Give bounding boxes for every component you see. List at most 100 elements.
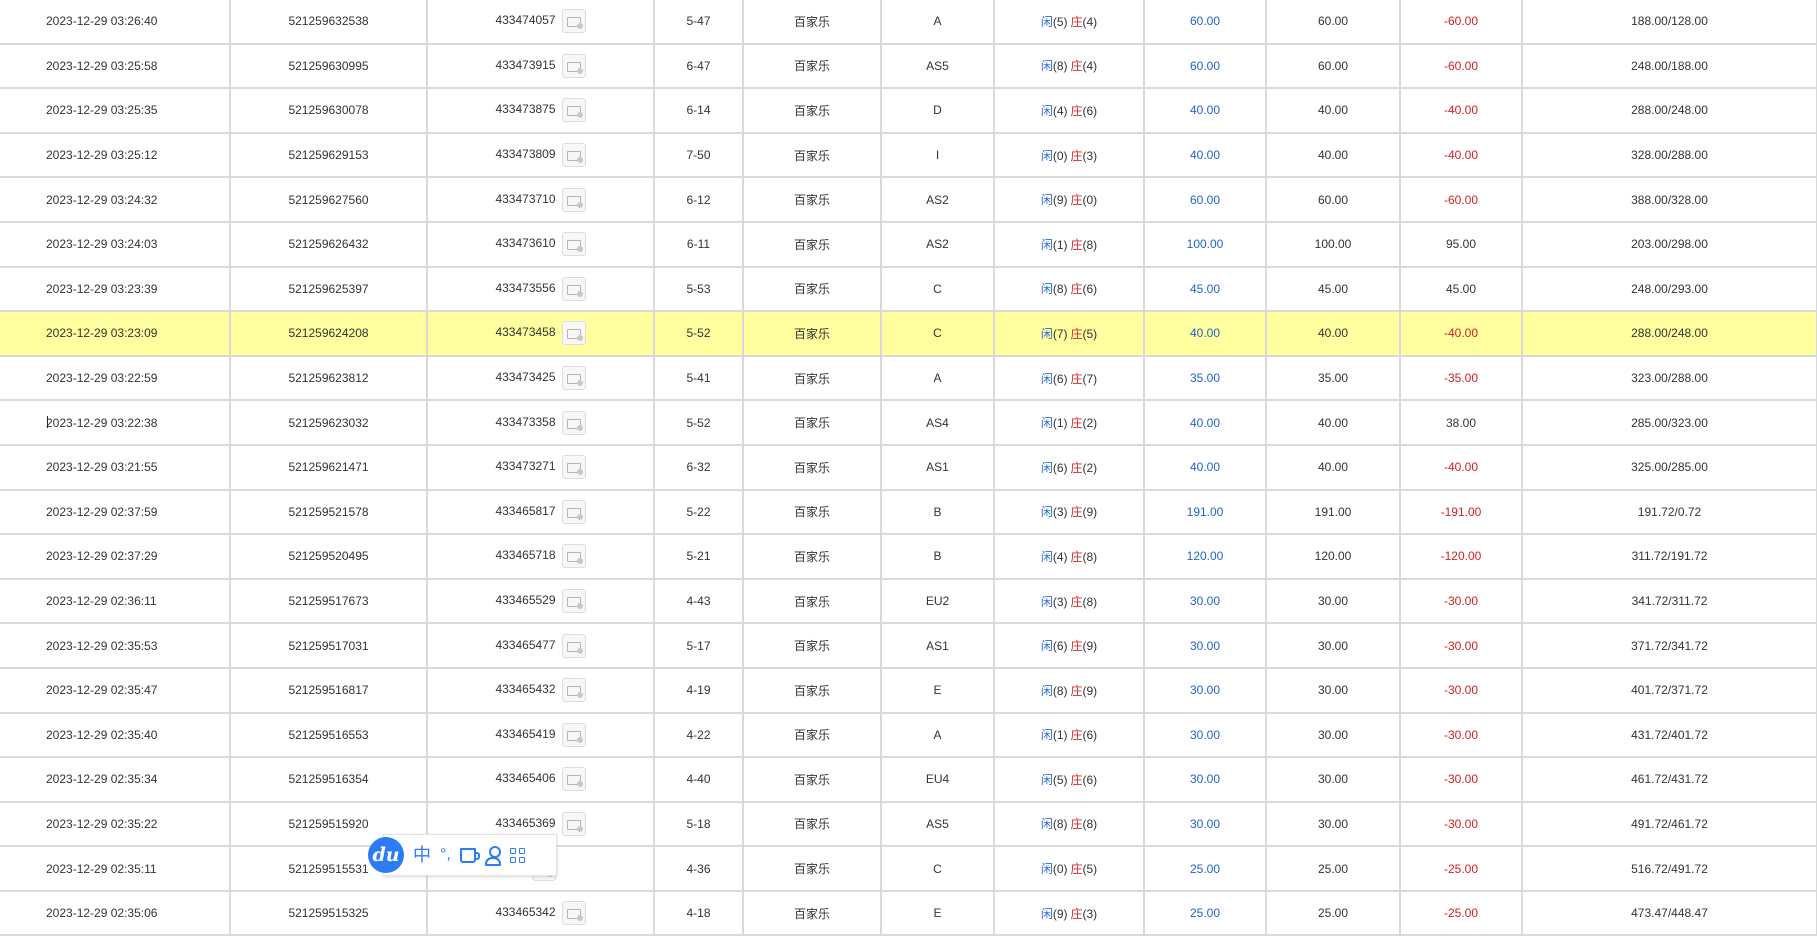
valid-bet: 30.00 (1266, 801, 1401, 848)
banker-points: (6) (1082, 103, 1098, 118)
player-label: 闲 (1040, 103, 1053, 118)
bet-amount: 45.00 (1144, 266, 1267, 313)
payout: 45.00 (1400, 266, 1523, 313)
skin-cup-icon[interactable] (459, 847, 480, 863)
game-id: 433473710 (495, 191, 556, 206)
valid-bet: 35.00 (1266, 355, 1401, 402)
bet-time-cell: 2023-12-29 03:24:03 (0, 221, 231, 268)
balance-before-after: 288.00/248.00 (1522, 88, 1817, 134)
table-row[interactable]: 2023-12-29 02:35:06 521259515325 433465342… (0, 890, 1817, 936)
table-row[interactable]: 2023-12-29 03:23:09 521259624208 433473458… (0, 311, 1817, 357)
game-id-cell: 433473809 (427, 132, 655, 179)
table-name: AS4 (881, 400, 995, 446)
table-row[interactable]: 2023-12-29 03:24:32 521259627560 433473710… (0, 177, 1817, 223)
game-result-cell: 闲(3) 庄(9) (994, 489, 1145, 536)
replay-image-icon[interactable] (561, 455, 586, 480)
ime-mode-toggle[interactable]: 中 (413, 846, 431, 864)
replay-image-icon[interactable] (561, 811, 586, 836)
table-row[interactable]: 2023-12-29 03:23:39 521259625397 433473556… (0, 266, 1817, 313)
table-row[interactable]: 2023-12-29 02:35:22 521259515920 433465369… (0, 801, 1817, 848)
banker-points: (6) (1082, 772, 1098, 787)
player-points: (6) (1052, 460, 1068, 475)
order-id: 521259621471 (230, 444, 428, 491)
replay-image-icon[interactable] (561, 767, 586, 792)
table-row[interactable]: 2023-12-29 02:37:29 521259520495 433465718… (0, 534, 1817, 580)
banker-label: 庄 (1070, 416, 1083, 431)
player-points: (1) (1052, 728, 1068, 743)
replay-image-icon[interactable] (561, 499, 586, 524)
shoe-round: 6-14 (654, 88, 744, 134)
replay-image-icon[interactable] (561, 53, 586, 78)
table-row[interactable]: 2023-12-29 03:24:03 521259626432 433473610… (0, 221, 1817, 268)
valid-bet: 40.00 (1266, 132, 1401, 179)
replay-image-icon[interactable] (561, 722, 586, 747)
replay-image-icon[interactable] (561, 98, 586, 123)
table-row[interactable]: 2023-12-29 02:35:11 521259515531 4-36 百家乐 C 闲… (0, 846, 1817, 892)
replay-image-icon[interactable] (561, 321, 586, 346)
payout: -35.00 (1400, 355, 1523, 402)
valid-bet: 30.00 (1266, 623, 1401, 669)
replay-image-icon[interactable] (561, 276, 586, 301)
bet-time-cell: 2023-12-29 02:35:40 (0, 712, 231, 759)
bet-amount: 100.00 (1144, 221, 1267, 268)
player-label: 闲 (1040, 14, 1053, 29)
player-points: (1) (1052, 416, 1068, 431)
game-result-cell: 闲(6) 庄(9) (994, 623, 1145, 669)
table-row[interactable]: 2023-12-29 02:35:53 521259517031 433465477… (0, 623, 1817, 669)
ime-punctuation-toggle[interactable]: °, (440, 846, 451, 864)
bet-time: 2023-12-29 02:35:40 (46, 727, 158, 742)
table-row[interactable]: 2023-12-29 03:22:38 521259623032 433473358… (0, 400, 1817, 446)
table-row[interactable]: 2023-12-29 02:36:11 521259517673 433465529… (0, 578, 1817, 625)
replay-image-icon[interactable] (561, 9, 586, 34)
bet-amount: 40.00 (1144, 132, 1267, 179)
replay-image-icon[interactable] (561, 901, 586, 926)
bet-time: 2023-12-29 03:26:40 (46, 14, 158, 29)
replay-image-icon[interactable] (561, 678, 586, 703)
order-id: 521259521578 (230, 489, 428, 536)
table-row[interactable]: 2023-12-29 03:21:55 521259621471 433473271… (0, 444, 1817, 491)
valid-bet: 30.00 (1266, 667, 1401, 714)
table-name: C (881, 311, 995, 357)
replay-image-icon[interactable] (561, 544, 586, 569)
table-row[interactable]: 2023-12-29 02:35:34 521259516354 433465406… (0, 757, 1817, 803)
bet-time: 2023-12-29 03:23:39 (46, 281, 158, 296)
replay-image-icon[interactable] (561, 589, 586, 614)
table-name: E (881, 890, 995, 936)
table-row[interactable]: 2023-12-29 03:25:35 521259630078 433473875… (0, 88, 1817, 134)
replay-image-icon[interactable] (561, 410, 586, 435)
balance-before-after: 288.00/248.00 (1522, 311, 1817, 357)
table-row[interactable]: 2023-12-29 02:35:47 521259516817 433465432… (0, 667, 1817, 714)
table-row[interactable]: 2023-12-29 03:26:40 521259632538 433474057… (0, 0, 1817, 45)
replay-image-icon[interactable] (561, 366, 586, 391)
du-logo-icon[interactable]: du (368, 837, 404, 873)
game-id: 433473809 (495, 147, 556, 162)
banker-label: 庄 (1070, 639, 1083, 654)
player-points: (1) (1052, 237, 1068, 252)
replay-image-icon[interactable] (561, 143, 586, 168)
valid-bet: 60.00 (1266, 0, 1401, 45)
ime-toolbar[interactable]: du 中 °, (368, 834, 557, 876)
game-type: 百家乐 (743, 311, 882, 357)
table-row[interactable]: 2023-12-29 02:37:59 521259521578 433465817… (0, 489, 1817, 536)
banker-points: (8) (1082, 817, 1098, 832)
banker-points: (0) (1082, 193, 1098, 208)
replay-image-icon[interactable] (561, 187, 586, 212)
player-label: 闲 (1040, 505, 1053, 520)
player-points: (0) (1052, 862, 1068, 877)
table-row[interactable]: 2023-12-29 03:25:58 521259630995 433473915… (0, 43, 1817, 90)
table-row[interactable]: 2023-12-29 03:25:12 521259629153 433473809… (0, 132, 1817, 179)
replay-image-icon[interactable] (561, 232, 586, 257)
replay-image-icon[interactable] (561, 633, 586, 658)
bet-time: 2023-12-29 02:37:59 (46, 504, 158, 519)
bet-time: 2023-12-29 03:25:12 (46, 148, 158, 163)
table-row[interactable]: 2023-12-29 03:22:59 521259623812 433473425… (0, 355, 1817, 402)
game-id-cell: 433465342 (427, 890, 655, 936)
balance-before-after: 188.00/128.00 (1522, 0, 1817, 45)
table-row[interactable]: 2023-12-29 02:35:40 521259516553 433465419… (0, 712, 1817, 759)
shoe-round: 5-53 (654, 266, 744, 313)
user-icon[interactable] (484, 846, 501, 866)
grid-menu-icon[interactable] (509, 847, 525, 863)
balance-before-after: 491.72/461.72 (1522, 801, 1817, 848)
player-label: 闲 (1040, 193, 1053, 208)
game-type: 百家乐 (743, 846, 882, 892)
